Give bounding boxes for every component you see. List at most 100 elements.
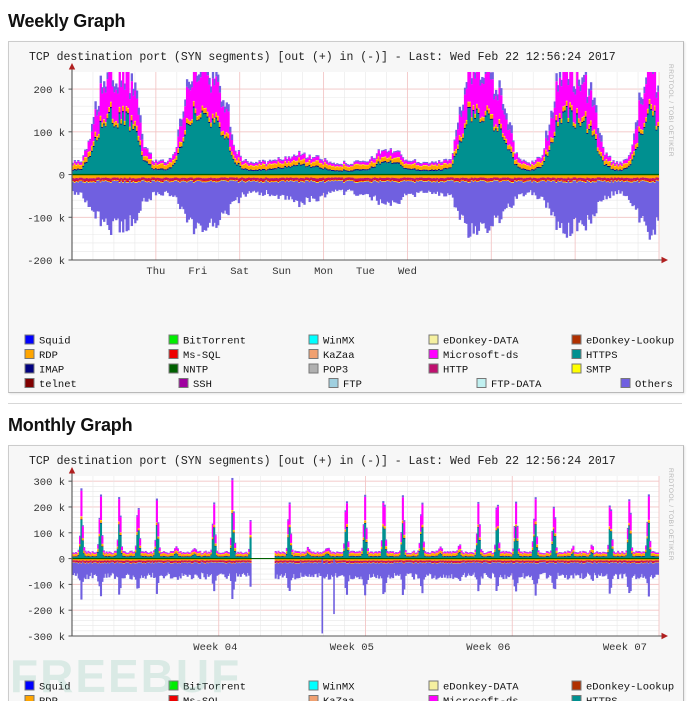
legend-label: HTTP [443, 365, 468, 377]
area-segment [234, 150, 237, 152]
y-tick-label: 200 k [33, 85, 65, 97]
area-segment [111, 80, 115, 87]
area-segment [144, 147, 147, 149]
area-segment [336, 163, 339, 165]
legend-item[interactable]: eDonkey-Lookup [571, 334, 674, 348]
y-tick-label: 0 [59, 171, 65, 183]
area-segment [81, 525, 84, 527]
x-tick-label: Thu [146, 266, 165, 278]
area-segment [101, 544, 104, 547]
area-segment [512, 151, 515, 153]
area-segment [377, 149, 380, 151]
legend-swatch [571, 334, 582, 345]
area-segment [135, 90, 139, 99]
area-segment [287, 156, 291, 158]
area-segment [615, 161, 619, 163]
area-segment [137, 509, 140, 529]
area-segment [239, 156, 242, 162]
legend-swatch [308, 349, 319, 359]
area-segment [91, 551, 94, 552]
legend-label: eDonkey-DATA [443, 336, 519, 348]
legend-label: SSH [193, 379, 212, 391]
legend-item[interactable]: eDonkey-DATA [428, 334, 519, 348]
area-segment [211, 72, 215, 79]
area-segment [596, 127, 600, 134]
legend-label: telnet [39, 379, 77, 391]
area-segment [320, 159, 323, 161]
area-segment [158, 547, 161, 552]
area-segment [149, 158, 153, 160]
area-segment [149, 152, 153, 154]
area-segment [413, 159, 417, 161]
area-segment [218, 85, 222, 93]
area-segment [150, 551, 153, 554]
area-segment [99, 75, 102, 84]
legend-label: HTTPS [586, 350, 618, 362]
monthly-plot-area: 300 k200 k100 k0-100 k-200 k-300 kWeek 0… [27, 467, 668, 654]
area-segment [108, 551, 111, 552]
x-tick-label: Tue [356, 266, 375, 278]
legend-swatch [620, 378, 631, 388]
area-segment [343, 160, 346, 162]
area-segment [176, 548, 179, 549]
area-segment [130, 550, 133, 552]
legend-swatch [571, 363, 582, 374]
area-segment [162, 551, 165, 552]
area-segment [179, 551, 182, 552]
area-segment [80, 516, 83, 520]
area-segment [222, 100, 225, 107]
area-segment [438, 160, 441, 162]
area-segment [303, 153, 306, 159]
monthly-graph-box: TCP destination port (SYN segments) [out… [8, 445, 684, 701]
rrdtool-watermark: RRDTOOL / TOBI OETIKER [667, 64, 674, 157]
area-segment [431, 161, 434, 163]
area-segment [401, 157, 405, 159]
area-segment [589, 82, 593, 91]
area-segment [344, 163, 348, 165]
area-segment [244, 159, 247, 161]
area-segment [263, 160, 266, 162]
legend-item[interactable]: Microsoft-ds [428, 349, 519, 363]
area-segment [515, 152, 519, 154]
area-segment [146, 148, 149, 150]
area-segment [284, 156, 287, 158]
area-segment [400, 154, 403, 156]
area-segment [317, 155, 320, 157]
area-segment [120, 546, 124, 551]
area-segment [99, 496, 103, 520]
area-segment [119, 534, 122, 536]
area-segment [84, 550, 87, 552]
area-segment [101, 535, 104, 537]
legend-label: KaZaa [323, 350, 355, 362]
weekly-legend: Squid BitTorrent WinMX eDonkey-DATA eDonkey-… [9, 330, 683, 392]
y-tick-label: -200 k [27, 256, 65, 268]
area-segment [139, 545, 142, 548]
area-segment [612, 160, 615, 162]
area-segment [99, 522, 103, 524]
area-segment [498, 80, 501, 88]
area-segment [80, 488, 83, 491]
area-segment [332, 162, 336, 164]
area-segment [87, 550, 90, 552]
area-segment [141, 551, 144, 552]
area-segment [119, 532, 122, 535]
x-tick-label: Fri [188, 266, 207, 278]
area-segment [139, 547, 142, 549]
area-segment [105, 551, 108, 552]
legend-label: Ms-SQL [183, 350, 221, 362]
area-segment [444, 158, 448, 160]
area-segment [425, 161, 429, 164]
area-segment [308, 154, 311, 156]
area-segment [608, 160, 612, 162]
area-segment [405, 159, 408, 161]
area-segment [370, 156, 374, 158]
x-tick-label: Mon [314, 266, 333, 278]
area-segment [73, 160, 77, 162]
area-segment [600, 135, 603, 142]
area-segment [524, 160, 527, 162]
area-segment [619, 161, 622, 163]
weekly-graph-svg[interactable]: TCP destination port (SYN segments) [out… [9, 42, 683, 330]
monthly-graph-svg[interactable]: TCP destination port (SYN segments) [out… [9, 446, 683, 676]
area-segment [522, 159, 525, 161]
legend-swatch [428, 363, 439, 374]
